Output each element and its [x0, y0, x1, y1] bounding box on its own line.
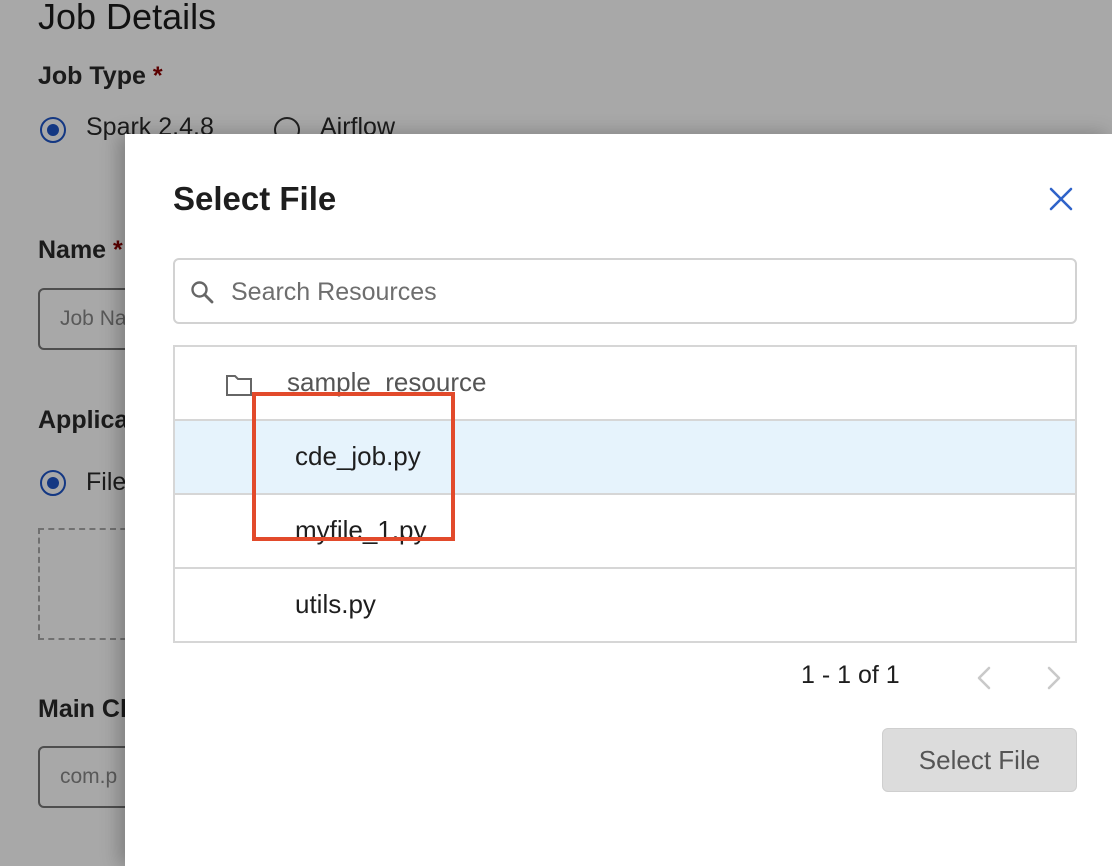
chevron-left-icon[interactable] [973, 664, 997, 692]
folder-name: sample_resource [287, 367, 487, 397]
select-file-modal: Select File sample_resource cde_job.py m… [125, 134, 1112, 866]
chevron-right-icon[interactable] [1041, 664, 1065, 692]
search-input[interactable] [229, 268, 1063, 316]
modal-title: Select File [173, 180, 337, 217]
pagination-info: 1 - 1 of 1 [801, 661, 900, 689]
file-list: sample_resource cde_job.py myfile_1.py u… [173, 345, 1077, 643]
file-name: cde_job.py [295, 441, 421, 471]
folder-icon [226, 375, 252, 396]
file-name: utils.py [295, 589, 376, 619]
file-row-utils[interactable]: utils.py [175, 569, 1075, 643]
search-icon [191, 281, 214, 304]
folder-row-sample-resource[interactable]: sample_resource [175, 347, 1075, 421]
close-icon[interactable] [1046, 184, 1076, 214]
search-box [173, 258, 1077, 324]
file-row-cde-job[interactable]: cde_job.py [175, 421, 1075, 495]
select-file-button[interactable]: Select File [882, 728, 1077, 792]
file-name: myfile_1.py [295, 515, 427, 545]
file-row-myfile-1[interactable]: myfile_1.py [175, 495, 1075, 569]
